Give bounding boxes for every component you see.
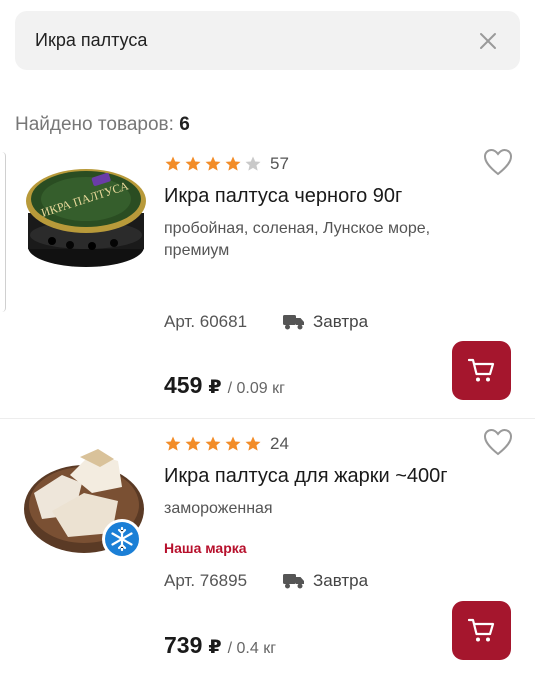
- star-icon: [205, 436, 221, 451]
- product-description: пробойная, соленая, Лунское море, премиу…: [164, 220, 431, 259]
- results-label: Найдено товаров:: [15, 114, 174, 135]
- delivery-info: Завтра: [283, 312, 368, 332]
- rating-count: 24: [270, 434, 289, 453]
- truck-icon: [283, 574, 304, 589]
- price-currency: ₽: [208, 637, 222, 658]
- star-icon: [185, 436, 201, 451]
- star-icon: [165, 156, 181, 171]
- price-value: 739: [164, 632, 203, 658]
- star-icon: [245, 436, 261, 451]
- search-bar[interactable]: Икра палтуса: [15, 11, 520, 70]
- price-value: 459: [164, 372, 203, 398]
- truck-icon: [283, 315, 304, 330]
- product-article: Арт. 60681: [164, 312, 248, 331]
- rating-count: 57: [270, 154, 289, 173]
- delivery-label: Завтра: [313, 571, 369, 590]
- close-icon[interactable]: [476, 29, 500, 53]
- rating-stars: 24: [164, 434, 289, 454]
- product-description: замороженная: [164, 500, 273, 517]
- price-unit: / 0.09 кг: [227, 380, 285, 397]
- cart-icon: [468, 358, 495, 382]
- add-to-cart-button[interactable]: [452, 341, 511, 400]
- search-input[interactable]: Икра палтуса: [35, 30, 147, 51]
- product-image-frozen-roe[interactable]: [22, 435, 150, 563]
- product-article: Арт. 76895: [164, 571, 248, 590]
- results-count: Найдено товаров: 6: [15, 114, 190, 136]
- price: 739 ₽ / 0.4 кг: [164, 632, 276, 659]
- rating-stars: 57: [164, 154, 289, 174]
- price: 459 ₽ / 0.09 кг: [164, 372, 285, 399]
- favorite-heart-icon[interactable]: [483, 428, 513, 456]
- price-currency: ₽: [208, 377, 222, 398]
- product-card[interactable]: 24 Икра палтуса для жарки ~400г замороже…: [0, 420, 535, 680]
- add-to-cart-button[interactable]: [452, 601, 511, 660]
- star-icon: [205, 156, 221, 171]
- product-image-caviar-jar[interactable]: ИКРА ПАЛТУСА: [22, 155, 150, 283]
- price-unit: / 0.4 кг: [227, 640, 277, 657]
- product-title[interactable]: Икра палтуса черного 90г: [164, 185, 402, 208]
- brand-label: Наша марка: [164, 540, 247, 556]
- product-title[interactable]: Икра палтуса для жарки ~400г: [164, 465, 448, 488]
- results-number: 6: [179, 114, 190, 135]
- star-icon: [225, 436, 241, 451]
- favorite-heart-icon[interactable]: [483, 148, 513, 176]
- star-icon: [165, 436, 181, 451]
- star-icon: [225, 156, 241, 171]
- delivery-label: Завтра: [313, 312, 369, 331]
- star-empty-icon: [245, 156, 261, 171]
- delivery-info: Завтра: [283, 571, 368, 591]
- star-icon: [185, 156, 201, 171]
- cart-icon: [468, 618, 495, 642]
- product-card[interactable]: ИКРА ПАЛТУСА 57 Икра палтуса черного 90г…: [0, 140, 535, 419]
